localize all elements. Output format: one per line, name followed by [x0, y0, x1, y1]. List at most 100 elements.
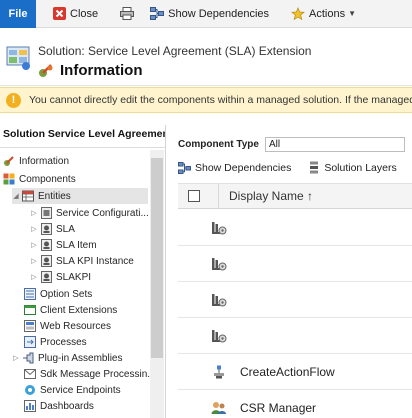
solution-navigation: Solution Service Level Agreement... Info…	[0, 125, 166, 418]
entity-icon	[40, 255, 52, 267]
security-role-icon	[211, 401, 227, 415]
entity-icon	[40, 239, 52, 251]
dependencies-icon	[150, 7, 165, 21]
web-resources-icon	[24, 320, 36, 332]
chevron-right-icon: ▷	[31, 258, 37, 265]
nav-item-processes[interactable]: Processes	[24, 334, 87, 350]
close-label: Close	[70, 7, 99, 20]
nav-item-sla[interactable]: ▷ SLA	[30, 221, 75, 237]
display-name-column-header[interactable]: Display Name ↑	[229, 189, 313, 203]
chevron-right-icon: ▷	[31, 210, 37, 217]
entity-icon	[40, 207, 52, 219]
solution-icon	[6, 45, 32, 71]
warning-text: You cannot directly edit the components …	[29, 94, 412, 106]
table-row[interactable]	[178, 318, 412, 354]
nav-item-sla-kpi-instance[interactable]: ▷ SLA KPI Instance	[30, 253, 134, 269]
print-button[interactable]	[114, 0, 144, 28]
file-button[interactable]: File	[0, 0, 36, 28]
nav-item-option-sets[interactable]: Option Sets	[24, 286, 92, 302]
divider	[0, 147, 165, 148]
solution-name: Solution: Service Level Agreement (SLA) …	[38, 44, 312, 58]
component-type-select[interactable]: All	[264, 137, 405, 152]
flow-icon	[211, 221, 227, 235]
nav-item-label: SLAKPI	[56, 271, 92, 283]
nav-item-label: Processes	[40, 336, 87, 348]
chevron-right-icon: ▷	[13, 355, 19, 362]
close-button[interactable]: Close	[46, 0, 104, 28]
nav-item-plugin-assemblies[interactable]: ▷ Plug-in Assemblies	[12, 350, 122, 366]
show-dependencies-button[interactable]: Show Dependencies	[178, 161, 291, 174]
table-row[interactable]	[178, 246, 412, 282]
actions-icon	[291, 6, 305, 21]
nav-item-label: Option Sets	[40, 288, 93, 300]
show-dependencies-ribbon-button[interactable]: Show Dependencies	[144, 0, 275, 28]
entities-icon	[22, 190, 34, 202]
nav-item-label: Information	[19, 155, 70, 167]
nav-item-label: Service Endpoints	[40, 384, 121, 396]
dashboards-icon	[24, 400, 36, 412]
chevron-right-icon: ▷	[31, 274, 37, 281]
nav-item-slakpi[interactable]: ▷ SLAKPI	[30, 269, 91, 285]
nav-item-label: Plug-in Assemblies	[38, 352, 123, 364]
nav-item-label: SLA	[56, 223, 75, 235]
row-display-name: CreateActionFlow	[240, 365, 335, 379]
scrollbar-thumb[interactable]	[151, 158, 163, 358]
page-header: Solution: Service Level Agreement (SLA) …	[0, 28, 412, 86]
nav-item-label: SLA KPI Instance	[56, 255, 134, 267]
chevron-right-icon: ▷	[31, 226, 37, 233]
column-divider	[218, 183, 219, 209]
grid-header: Display Name ↑	[178, 183, 412, 209]
entity-icon	[40, 223, 52, 235]
table-row[interactable]	[178, 282, 412, 318]
actions-menu-button[interactable]: Actions ▼	[285, 0, 362, 28]
show-dependencies-label: Show Dependencies	[168, 7, 270, 20]
chevron-right-icon: ▷	[31, 242, 37, 249]
print-icon	[120, 7, 135, 21]
nav-item-service-configuration[interactable]: ▷ Service Configurati...	[30, 205, 149, 221]
table-row[interactable]: CreateActionFlow	[178, 354, 412, 390]
sdk-message-icon	[24, 368, 36, 380]
dependencies-icon	[178, 161, 191, 174]
component-type-label: Component Type	[178, 139, 259, 150]
nav-item-label: SLA Item	[56, 239, 97, 251]
grid-toolbar: Show Dependencies Solution Layers	[178, 161, 412, 174]
information-icon	[38, 63, 54, 79]
components-icon	[3, 173, 15, 185]
nav-item-components[interactable]: Components	[3, 171, 76, 187]
entity-icon	[40, 271, 52, 283]
solution-layers-icon	[307, 161, 320, 174]
nav-item-information[interactable]: Information	[3, 153, 69, 169]
show-dependencies-label: Show Dependencies	[195, 161, 292, 174]
plugin-icon	[22, 352, 34, 364]
chevron-down-icon: ▼	[348, 9, 357, 18]
service-endpoints-icon	[24, 384, 36, 396]
nav-item-client-extensions[interactable]: Client Extensions	[24, 302, 117, 318]
chevron-down-icon: ◢	[13, 193, 19, 200]
nav-item-entities[interactable]: ◢ Entities	[12, 188, 148, 204]
solution-layers-button[interactable]: Solution Layers	[307, 161, 397, 174]
nav-scrollbar[interactable]	[150, 150, 164, 418]
nav-item-service-endpoints[interactable]: Service Endpoints	[24, 382, 121, 398]
component-type-filter: Component Type All	[178, 137, 405, 152]
components-pane: Component Type All Show Dependencies Sol…	[170, 125, 412, 418]
table-row[interactable]	[178, 210, 412, 246]
nav-item-dashboards[interactable]: Dashboards	[24, 398, 94, 414]
select-all-checkbox[interactable]	[188, 190, 200, 202]
nav-item-sla-item[interactable]: ▷ SLA Item	[30, 237, 97, 253]
nav-item-label: Entities	[38, 190, 71, 202]
nav-item-label: Components	[19, 173, 76, 185]
close-icon	[52, 7, 66, 21]
table-row[interactable]: CSR Manager	[178, 390, 412, 418]
ribbon: File Close Show Dependencies Actions ▼	[0, 0, 412, 28]
nav-item-sdk-message-processing[interactable]: Sdk Message Processin...	[24, 366, 156, 382]
nav-item-label: Sdk Message Processin...	[40, 368, 156, 380]
client-extensions-icon	[24, 304, 36, 316]
nav-item-label: Dashboards	[40, 400, 94, 412]
navigation-title: Solution Service Level Agreement...	[3, 128, 166, 140]
nav-item-label: Service Configurati...	[56, 207, 149, 219]
warning-icon: !	[6, 92, 21, 108]
nav-item-label: Client Extensions	[40, 304, 118, 316]
nav-item-web-resources[interactable]: Web Resources	[24, 318, 111, 334]
action-flow-icon	[211, 365, 227, 379]
flow-icon	[211, 257, 227, 271]
